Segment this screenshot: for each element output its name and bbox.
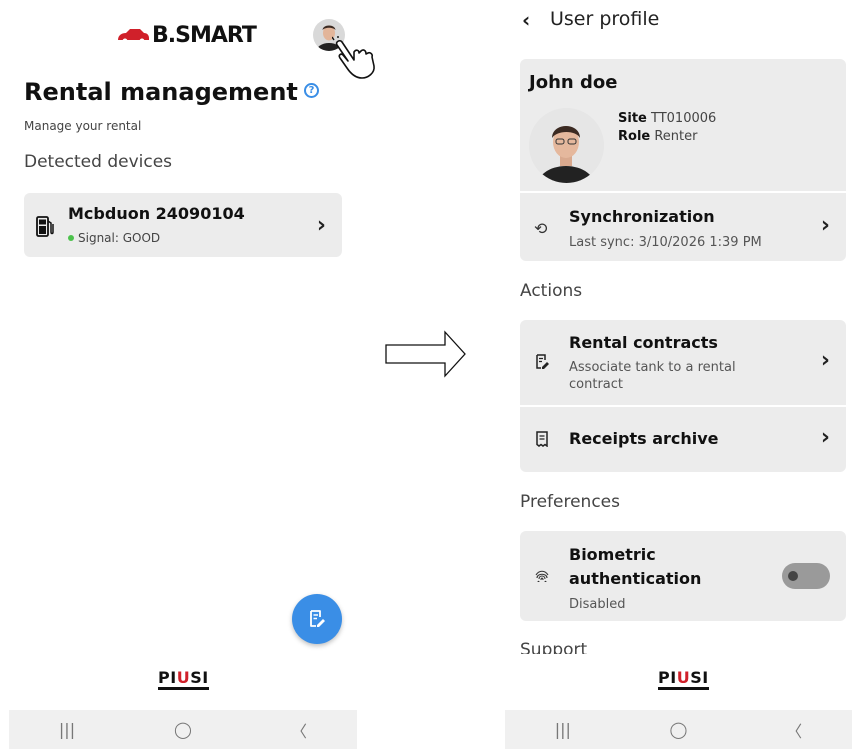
- role-label: Role: [618, 129, 651, 144]
- fingerprint-icon: [535, 570, 549, 583]
- android-nav-bar-left: ||| ◯ 〈: [9, 710, 357, 749]
- rental-contracts-title: Rental contracts: [569, 333, 718, 352]
- page-title: Rental management: [24, 78, 298, 106]
- actions-card: Rental contracts Associate tank to a ren…: [520, 320, 846, 472]
- android-nav-bar-right: ||| ◯ 〈: [505, 710, 852, 749]
- receipt-icon: [536, 431, 548, 447]
- pointer-hand-icon: [332, 36, 375, 79]
- device-signal: Signal: GOOD: [78, 231, 161, 245]
- help-icon[interactable]: ?: [304, 83, 319, 98]
- section-detected-devices: Detected devices: [24, 152, 173, 172]
- device-card[interactable]: Mcbduon 24090104 Signal: GOOD ›: [24, 193, 342, 257]
- biometric-row: Biometric authentication Disabled: [520, 531, 846, 621]
- rental-contracts-subtitle: Associate tank to a rental contract: [569, 360, 736, 392]
- chevron-right-icon: ›: [316, 213, 326, 238]
- receipts-archive-title: Receipts archive: [569, 429, 719, 448]
- biometric-status: Disabled: [569, 597, 626, 612]
- site-label: Site: [618, 111, 647, 126]
- profile-name: John doe: [529, 72, 618, 93]
- home-button[interactable]: ◯: [153, 720, 213, 739]
- chevron-right-icon: ›: [820, 213, 830, 238]
- transition-arrow-icon: [385, 330, 466, 378]
- fuel-pump-icon: [36, 216, 54, 237]
- sync-title: Synchronization: [569, 207, 715, 226]
- site-info: Site TT010006: [618, 111, 716, 126]
- brand-text: B.SMART: [152, 22, 257, 48]
- biometric-title: Biometric authentication: [569, 545, 702, 588]
- piusi-logo-left: PIUSI: [158, 670, 209, 690]
- page-subtitle: Manage your rental: [24, 119, 142, 133]
- back-button[interactable]: 〈: [269, 718, 329, 742]
- back-button[interactable]: 〈: [764, 718, 824, 742]
- recents-button[interactable]: |||: [37, 720, 97, 739]
- role-value: Renter: [654, 129, 698, 144]
- piusi-logo-right: PIUSI: [658, 670, 709, 690]
- profile-avatar: [529, 108, 604, 183]
- signal-status-dot: [68, 235, 74, 241]
- preferences-card: Biometric authentication Disabled: [520, 531, 846, 621]
- site-value: TT010006: [651, 111, 717, 126]
- section-preferences: Preferences: [520, 492, 620, 512]
- section-support: Support: [520, 640, 588, 654]
- recents-button[interactable]: |||: [533, 720, 593, 739]
- receipts-archive-row[interactable]: Receipts archive ›: [520, 407, 846, 472]
- toggle-knob: [788, 571, 798, 581]
- biometric-toggle[interactable]: [782, 563, 830, 589]
- role-info: Role Renter: [618, 129, 698, 144]
- back-chevron-icon[interactable]: ‹: [522, 8, 530, 32]
- bsmart-logo: B.SMART: [116, 22, 257, 48]
- home-button[interactable]: ◯: [648, 720, 708, 739]
- avatar-photo-icon: [529, 108, 604, 183]
- chevron-right-icon: ›: [820, 348, 830, 373]
- car-logo-icon: [118, 29, 149, 44]
- chevron-right-icon: ›: [820, 425, 830, 450]
- synchronization-row[interactable]: ⟲ Synchronization Last sync: 3/10/2026 1…: [520, 193, 846, 261]
- sync-icon: ⟲: [534, 219, 548, 238]
- contract-edit-icon: [310, 610, 325, 627]
- contract-edit-icon: [536, 354, 549, 369]
- support-section-clip: Support: [520, 640, 850, 654]
- device-name: Mcbduon 24090104: [68, 204, 245, 223]
- contract-fab-button[interactable]: [292, 594, 342, 644]
- rental-contracts-row[interactable]: Rental contracts Associate tank to a ren…: [520, 320, 846, 405]
- profile-card: John doe Site TT010006 Role Renter ⟲ Syn…: [520, 59, 846, 261]
- section-actions: Actions: [520, 281, 583, 301]
- sync-subtitle: Last sync: 3/10/2026 1:39 PM: [569, 235, 762, 250]
- page-title-user-profile: User profile: [550, 8, 660, 30]
